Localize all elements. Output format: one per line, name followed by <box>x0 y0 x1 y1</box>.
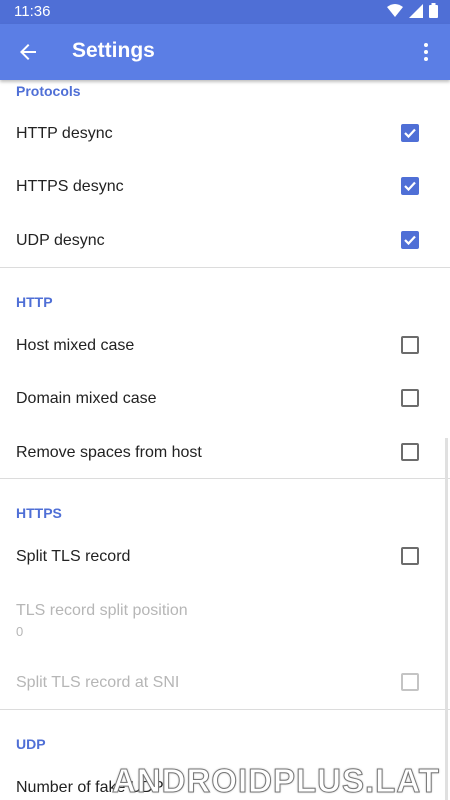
wifi-icon <box>387 3 403 17</box>
setting-http-desync[interactable]: HTTP desync <box>0 107 450 160</box>
setting-remove-spaces-from-host[interactable]: Remove spaces from host <box>0 426 450 479</box>
checkbox-unchecked-icon[interactable] <box>401 336 419 354</box>
section-header-udp: UDP <box>16 736 46 752</box>
checkbox-disabled-icon <box>401 673 419 691</box>
signal-icon <box>409 3 423 18</box>
status-icons <box>387 3 438 18</box>
checkbox-unchecked-icon[interactable] <box>401 443 419 461</box>
setting-label: HTTP desync <box>16 125 113 142</box>
setting-udp-desync[interactable]: UDP desync <box>0 214 450 267</box>
page-title: Settings <box>72 39 155 62</box>
arrow-back-icon[interactable] <box>16 40 40 64</box>
section-divider <box>0 478 450 479</box>
checkbox-unchecked-icon[interactable] <box>401 547 419 565</box>
setting-label: Split TLS record at SNI <box>16 674 180 691</box>
setting-label: HTTPS desync <box>16 178 124 195</box>
setting-tls-record-split-position: TLS record split position 0 <box>0 585 450 651</box>
setting-domain-mixed-case[interactable]: Domain mixed case <box>0 372 450 425</box>
setting-label: UDP desync <box>16 232 105 249</box>
section-divider <box>0 267 450 268</box>
more-vert-icon[interactable] <box>414 40 438 64</box>
watermark: ANDROIDPLUS.LAT <box>112 762 440 800</box>
setting-label: Split TLS record <box>16 548 131 565</box>
setting-label: Domain mixed case <box>16 390 157 407</box>
section-header-protocols: Protocols <box>16 83 81 99</box>
section-header-https: HTTPS <box>16 505 62 521</box>
setting-split-tls-record[interactable]: Split TLS record <box>0 530 450 583</box>
settings-list[interactable]: Protocols HTTP desync HTTPS desync UDP d… <box>0 80 450 800</box>
checkbox-checked-icon[interactable] <box>401 231 419 249</box>
setting-split-tls-record-at-sni: Split TLS record at SNI <box>0 656 450 709</box>
app-bar: Settings <box>0 24 450 80</box>
checkbox-unchecked-icon[interactable] <box>401 389 419 407</box>
section-divider <box>0 709 450 710</box>
status-bar: 11:36 <box>0 0 450 24</box>
checkbox-checked-icon[interactable] <box>401 177 419 195</box>
checkbox-checked-icon[interactable] <box>401 124 419 142</box>
battery-icon <box>429 3 438 18</box>
setting-host-mixed-case[interactable]: Host mixed case <box>0 319 450 372</box>
section-header-http: HTTP <box>16 294 53 310</box>
setting-label: Host mixed case <box>16 337 135 354</box>
setting-label: Remove spaces from host <box>16 444 202 461</box>
status-time: 11:36 <box>14 3 51 20</box>
scrollbar[interactable] <box>445 438 448 800</box>
setting-value: 0 <box>16 624 24 639</box>
setting-label: TLS record split position <box>16 602 188 619</box>
setting-https-desync[interactable]: HTTPS desync <box>0 160 450 213</box>
